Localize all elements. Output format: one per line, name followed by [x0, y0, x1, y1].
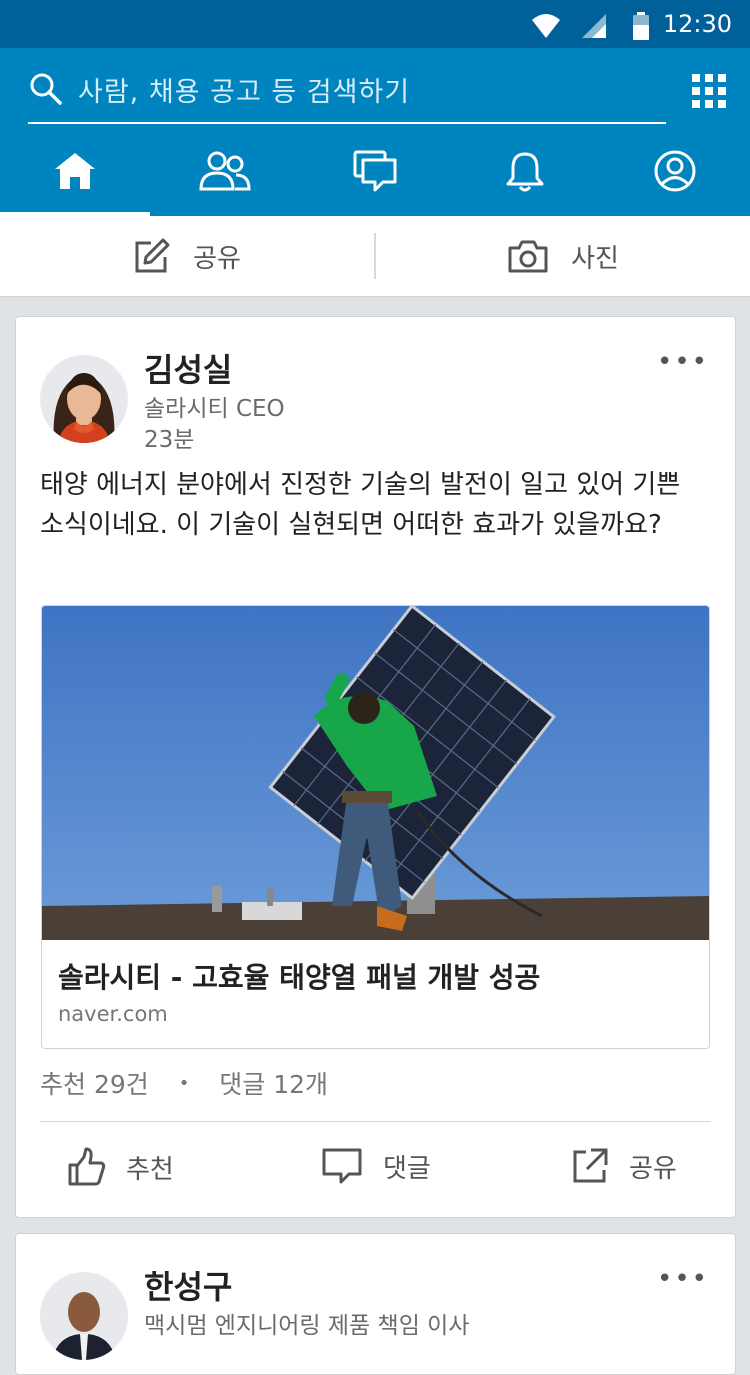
wifi-icon [532, 14, 560, 38]
feed-post: 한성구 맥시멈 엔지니어링 제품 책임 이사 ••• [15, 1233, 736, 1375]
solar-panel-image [42, 606, 709, 940]
apps-grid-icon[interactable] [692, 74, 726, 108]
search-placeholder: 사람, 채용 공고 등 검색하기 [78, 76, 411, 108]
like-button[interactable]: 추천 [66, 1147, 174, 1187]
avatar[interactable] [40, 355, 128, 443]
notifications-icon [506, 152, 544, 192]
link-preview[interactable]: 솔라시티 - 고효율 태양열 패널 개발 성공 naver.com [41, 605, 710, 1049]
post-author-name[interactable]: 김성실 [144, 345, 232, 391]
tab-network[interactable] [150, 126, 300, 216]
share-button[interactable]: 공유 [571, 1147, 677, 1185]
post-stats: 추천 29건 • 댓글 12개 [40, 1065, 328, 1101]
tab-home[interactable] [0, 126, 150, 216]
edit-icon [135, 238, 170, 273]
app-bar: 사람, 채용 공고 등 검색하기 [0, 48, 750, 216]
messages-icon [353, 150, 397, 192]
share-external-icon [573, 1148, 608, 1183]
post-author-name[interactable]: 한성구 [144, 1262, 232, 1308]
link-source: naver.com [58, 1002, 168, 1026]
tab-profile[interactable] [600, 126, 750, 216]
signal-icon [582, 14, 606, 38]
thumbs-up-icon [68, 1147, 106, 1186]
likes-count[interactable]: 추천 29건 [40, 1070, 149, 1099]
network-icon [199, 151, 251, 191]
stats-separator: • [178, 1073, 190, 1094]
comments-count[interactable]: 댓글 12개 [219, 1070, 328, 1099]
comment-button[interactable]: 댓글 [321, 1147, 431, 1185]
more-options-icon[interactable]: ••• [657, 1264, 709, 1294]
status-time: 12:30 [662, 10, 732, 38]
post-text: 태양 에너지 분야에서 진정한 기술의 발전이 일고 있어 기쁜 소식이네요. … [40, 470, 681, 540]
search-icon [30, 73, 62, 105]
photo-label: 사진 [571, 243, 619, 274]
status-bar: 12:30 [0, 0, 750, 48]
battery-icon [633, 12, 649, 40]
tab-messages[interactable] [300, 126, 450, 216]
photo-button[interactable]: 사진 [376, 238, 750, 275]
link-title[interactable]: 솔라시티 - 고효율 태양열 패널 개발 성공 [58, 956, 540, 996]
tab-notifications[interactable] [450, 126, 600, 216]
comment-icon [322, 1148, 362, 1184]
search-input[interactable]: 사람, 채용 공고 등 검색하기 [28, 56, 666, 124]
more-options-icon[interactable]: ••• [657, 347, 709, 377]
profile-icon [654, 150, 696, 192]
avatar[interactable] [40, 1272, 128, 1360]
post-divider [40, 1121, 711, 1122]
share-post-button[interactable]: 공유 [0, 237, 374, 275]
share-label: 공유 [629, 1153, 677, 1184]
post-time: 23분 [144, 427, 195, 453]
camera-icon [508, 240, 548, 273]
post-author-headline: 맥시멈 엔지니어링 제품 책임 이사 [144, 1313, 470, 1339]
share-bar: 공유 사진 [0, 216, 750, 297]
home-icon [55, 153, 95, 189]
feed-post: 김성실 솔라시티 CEO 23분 ••• 태양 에너지 분야에서 진정한 기술의… [15, 316, 736, 1218]
share-label: 공유 [193, 243, 241, 274]
like-label: 추천 [126, 1154, 174, 1185]
post-author-headline: 솔라시티 CEO [144, 396, 285, 422]
nav-tabs [0, 126, 750, 216]
comment-label: 댓글 [383, 1153, 431, 1184]
